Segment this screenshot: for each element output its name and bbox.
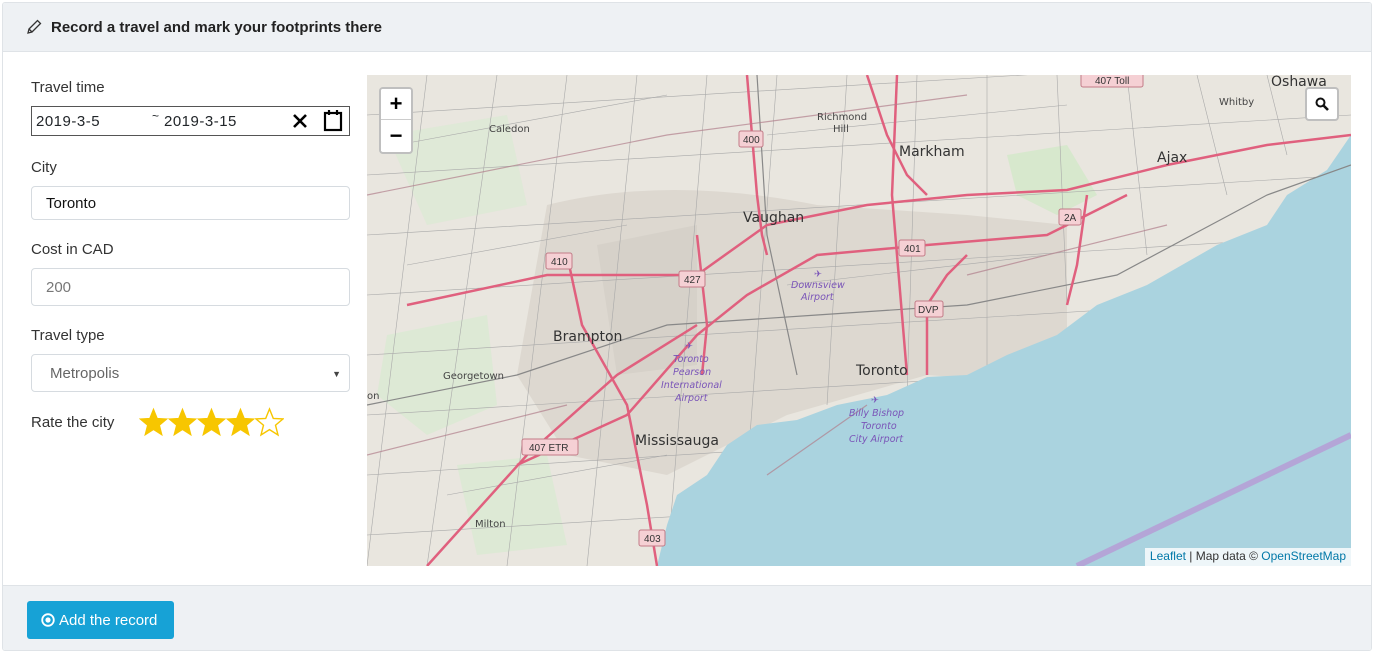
airport-pearson-2: Pearson (673, 367, 711, 378)
highway-shield-2a: 2A (1064, 213, 1077, 224)
add-record-button[interactable]: Add the record (27, 601, 174, 639)
cost-input[interactable]: 200 (31, 268, 350, 306)
highway-shield-410: 410 (551, 257, 568, 268)
highway-shield-dvp: DVP (918, 305, 939, 316)
map-tiles[interactable]: 407 Toll 400 410 427 401 2A DVP 407 ETR … (367, 75, 1351, 566)
openstreetmap-link[interactable]: OpenStreetMap (1261, 549, 1346, 563)
airport-downsview-2: Airport (800, 292, 835, 303)
star-filled-icon[interactable] (168, 406, 197, 438)
place-brampton: Brampton (553, 329, 622, 345)
airport-billy-bishop-2: Toronto (861, 421, 897, 432)
airport-downsview-1: Downsview (791, 280, 845, 291)
place-richmond-hill-1: Richmond (817, 112, 867, 123)
zoom-out-button[interactable]: − (381, 120, 411, 151)
attribution-text: | Map data © (1185, 549, 1262, 563)
clear-icon[interactable] (290, 109, 310, 133)
airport-pearson-4: Airport (674, 393, 709, 404)
highway-shield-427: 427 (684, 275, 701, 286)
star-filled-icon[interactable] (226, 406, 255, 438)
card-footer: Add the record (3, 585, 1371, 650)
airport-billy-bishop-3: City Airport (849, 434, 904, 445)
calendar-icon[interactable] (322, 109, 344, 133)
airport-billy-bishop-1: Billy Bishop (849, 408, 904, 419)
highway-shield-407-toll: 407 Toll (1095, 76, 1129, 87)
travel-type-label: Travel type (31, 327, 105, 344)
airport-icon: ✈ (814, 269, 822, 280)
highway-shield-400: 400 (743, 135, 760, 146)
highway-shield-407-etr: 407 ETR (529, 443, 568, 454)
travel-type-select[interactable]: Metropolis ▼ (31, 354, 350, 392)
place-georgetown: Georgetown (443, 371, 504, 382)
page-title: Record a travel and mark your footprints… (51, 18, 382, 36)
star-filled-icon[interactable] (139, 406, 168, 438)
place-caledon: Caledon (489, 124, 530, 135)
add-record-label: Add the record (59, 611, 158, 629)
start-date-value[interactable]: 2019-3-5 (36, 113, 100, 130)
travel-record-card: Record a travel and mark your footprints… (2, 2, 1372, 651)
zoom-in-button[interactable]: + (381, 89, 411, 120)
place-label-cropped: on (367, 391, 379, 402)
travel-time-range-input[interactable]: 2019-3-5 ~ 2019-3-15 (31, 106, 350, 136)
travel-type-selected: Metropolis (50, 364, 120, 382)
place-toronto: Toronto (855, 363, 908, 379)
circle-dot-icon (41, 613, 55, 627)
place-richmond-hill-2: Hill (833, 124, 849, 135)
airport-icon: ✈ (871, 395, 879, 406)
place-vaughan: Vaughan (743, 210, 804, 226)
star-filled-icon[interactable] (197, 406, 226, 438)
leaflet-link[interactable]: Leaflet (1150, 549, 1186, 563)
city-label: City (31, 159, 57, 176)
map[interactable]: 407 Toll 400 410 427 401 2A DVP 407 ETR … (367, 75, 1351, 566)
card-header: Record a travel and mark your footprints… (3, 3, 1371, 52)
highway-shield-401: 401 (904, 244, 921, 255)
star-rating[interactable] (139, 406, 284, 440)
highway-shield-403: 403 (644, 534, 661, 545)
airport-icon: ✈ (685, 341, 693, 352)
place-markham: Markham (899, 144, 965, 160)
airport-pearson-3: International (661, 380, 722, 391)
place-mississauga: Mississauga (635, 433, 719, 449)
city-input[interactable]: Toronto (31, 186, 350, 220)
cost-label: Cost in CAD (31, 241, 114, 258)
travel-time-label: Travel time (31, 79, 105, 96)
place-ajax: Ajax (1157, 150, 1187, 166)
chevron-down-icon: ▼ (332, 369, 341, 379)
pencil-icon (27, 19, 42, 34)
search-icon (1315, 97, 1329, 111)
place-whitby: Whitby (1219, 97, 1254, 108)
airport-pearson-1: Toronto (673, 354, 709, 365)
card-body: Travel time 2019-3-5 ~ 2019-3-15 City To… (3, 52, 1371, 585)
end-date-value[interactable]: 2019-3-15 (164, 113, 237, 130)
map-search-button[interactable] (1305, 87, 1339, 121)
zoom-control: + − (379, 87, 413, 154)
place-milton: Milton (475, 519, 506, 530)
star-empty-icon[interactable] (255, 406, 284, 438)
map-attribution: Leaflet | Map data © OpenStreetMap (1144, 548, 1351, 566)
rate-city-label: Rate the city (31, 414, 115, 431)
date-separator: ~ (152, 109, 160, 123)
